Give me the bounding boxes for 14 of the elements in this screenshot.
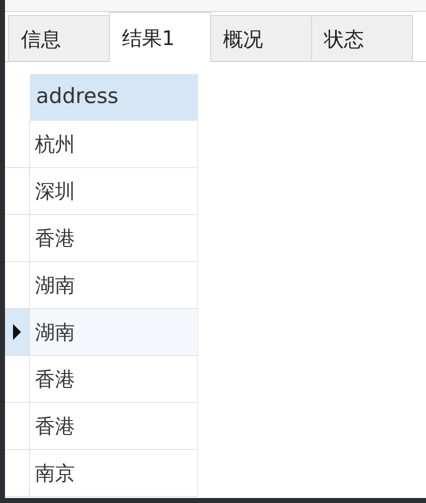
table-cell: 湖南 (30, 309, 198, 356)
row-header[interactable] (5, 309, 30, 356)
tab[interactable]: 信息 (8, 15, 110, 61)
table-cell: 香港 (30, 356, 198, 403)
table-cell: 南京 (30, 450, 198, 497)
tab[interactable]: 结果1 (109, 12, 211, 62)
table-cell: 深圳 (30, 168, 198, 215)
table-cell: 杭州 (30, 121, 198, 168)
table-cell: 香港 (30, 215, 198, 262)
table-cell: 香港 (30, 403, 198, 450)
row-pointer-icon (12, 323, 22, 341)
tab[interactable]: 概况 (210, 15, 312, 61)
column-header[interactable]: address (30, 74, 198, 121)
tab[interactable]: 状态 (311, 15, 413, 61)
